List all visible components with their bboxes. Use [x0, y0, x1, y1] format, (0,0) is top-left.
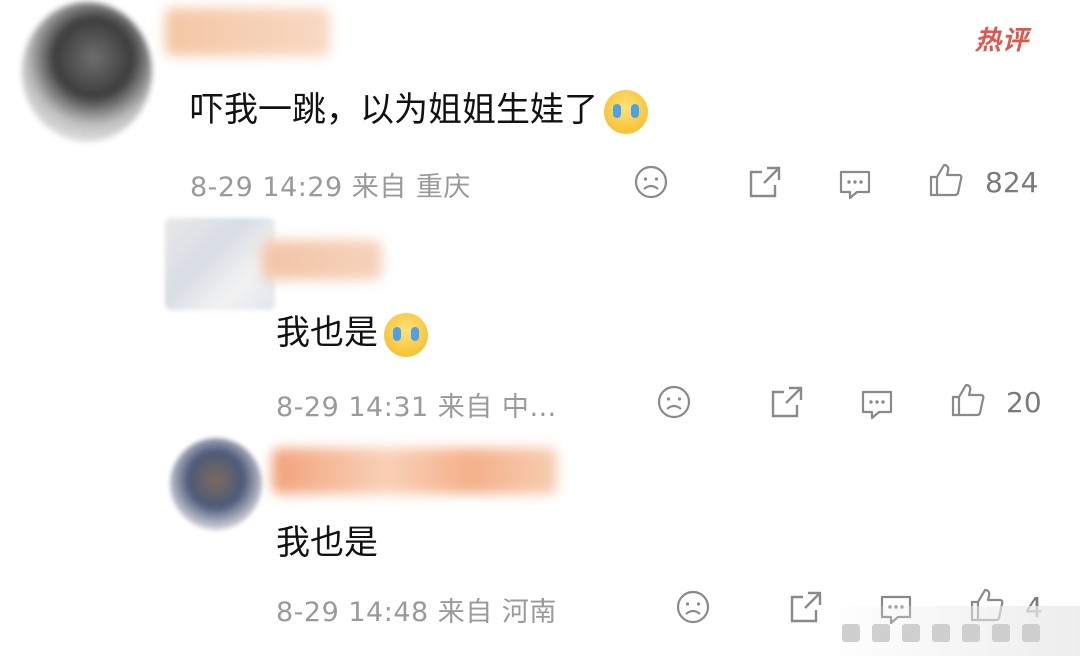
avatar[interactable] [22, 2, 152, 142]
comment-meta: 8-29 14:48 来自 河南 [276, 597, 557, 628]
comment-text: 我也是 [276, 515, 378, 564]
comment-text: 我也是 [276, 305, 428, 357]
reply-icon[interactable] [859, 386, 895, 422]
watermark [820, 606, 1080, 656]
share-icon[interactable] [747, 164, 783, 200]
username-blurred[interactable] [165, 8, 330, 56]
watermark-mark [932, 624, 950, 642]
like-thumb-icon[interactable] [928, 162, 964, 198]
watermark-mark [992, 624, 1010, 642]
comment-meta: 8-29 14:29 来自 重庆 [190, 172, 471, 203]
crying-laughing-emoji [604, 89, 648, 134]
username-blurred[interactable] [272, 448, 557, 494]
dislike-face-icon[interactable] [633, 164, 669, 200]
like-count: 20 [1006, 386, 1042, 419]
comment-body: 我也是 [276, 523, 378, 563]
crying-emoji [384, 312, 428, 357]
like-count: 824 [985, 166, 1039, 199]
reply-icon[interactable] [837, 166, 873, 202]
dislike-face-icon[interactable] [675, 589, 711, 625]
watermark-mark [1022, 624, 1040, 642]
comment-body: 吓我一跳，以为姐姐生娃了 [190, 90, 598, 130]
like-thumb-icon[interactable] [950, 382, 986, 418]
watermark-mark [962, 624, 980, 642]
hot-comment-badge: 热评 [975, 26, 1030, 56]
share-icon[interactable] [769, 384, 805, 420]
comment-meta: 8-29 14:31 来自 中… [276, 392, 557, 423]
avatar[interactable] [165, 218, 275, 310]
username-blurred[interactable] [262, 240, 382, 280]
comment-body: 我也是 [276, 313, 378, 353]
comment-text: 吓我一跳，以为姐姐生娃了 [190, 82, 648, 134]
dislike-face-icon[interactable] [656, 384, 692, 420]
watermark-mark [872, 624, 890, 642]
avatar[interactable] [170, 438, 262, 530]
watermark-mark [842, 624, 860, 642]
share-icon[interactable] [788, 589, 824, 625]
watermark-mark [902, 624, 920, 642]
